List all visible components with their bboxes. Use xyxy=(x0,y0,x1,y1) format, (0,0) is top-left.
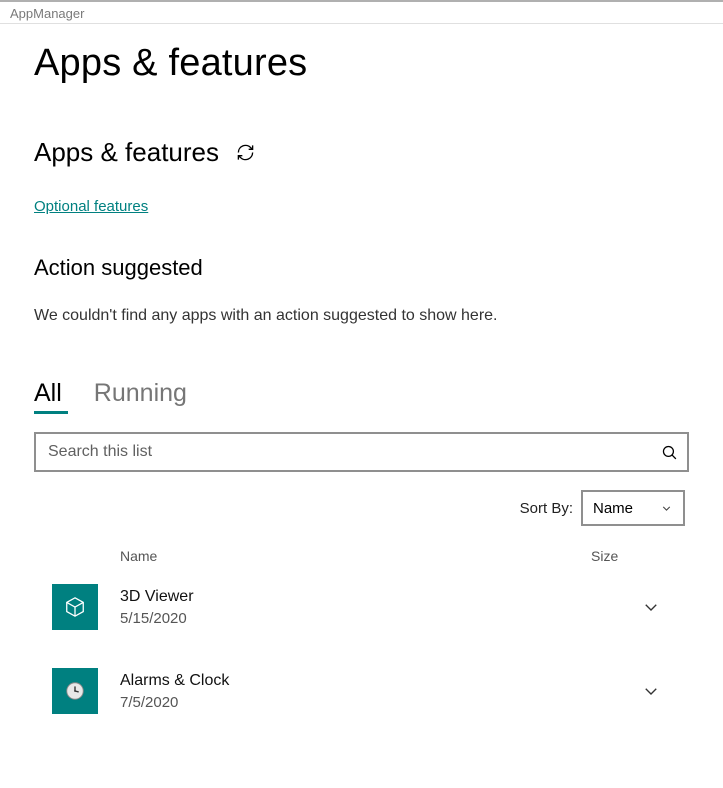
tabs: All Running xyxy=(34,379,689,414)
search-input[interactable] xyxy=(36,434,651,470)
tab-all[interactable]: All xyxy=(34,379,62,414)
chevron-down-icon xyxy=(642,598,660,616)
app-date: 7/5/2020 xyxy=(120,694,571,711)
expand-button[interactable] xyxy=(641,682,661,700)
action-suggested-heading: Action suggested xyxy=(34,255,689,281)
chevron-down-icon xyxy=(660,502,673,515)
app-icon-3d-viewer xyxy=(52,584,98,630)
sort-dropdown[interactable]: Name xyxy=(581,490,685,526)
action-suggested-message: We couldn't find any apps with an action… xyxy=(34,307,689,325)
section-title: Apps & features xyxy=(34,137,219,168)
app-name: Alarms & Clock xyxy=(120,672,571,690)
tab-running[interactable]: Running xyxy=(94,379,187,414)
optional-features-link[interactable]: Optional features xyxy=(34,198,148,215)
search-button[interactable] xyxy=(651,444,687,461)
sort-selected-value: Name xyxy=(593,500,633,517)
app-row[interactable]: Alarms & Clock 7/5/2020 xyxy=(34,658,689,724)
app-date: 5/15/2020 xyxy=(120,610,571,627)
app-name: 3D Viewer xyxy=(120,588,571,606)
sort-label: Sort By: xyxy=(520,500,573,517)
cube-icon xyxy=(64,596,86,618)
app-info: Alarms & Clock 7/5/2020 xyxy=(120,672,571,711)
app-icon-alarms-clock xyxy=(52,668,98,714)
refresh-button[interactable] xyxy=(233,141,257,165)
app-list: 3D Viewer 5/15/2020 Alarms & Cloc xyxy=(34,574,689,724)
page-title: Apps & features xyxy=(34,42,689,85)
search-container xyxy=(34,432,689,472)
header-name: Name xyxy=(120,548,591,564)
main-content: Apps & features Apps & features Optional… xyxy=(0,24,723,724)
section-title-row: Apps & features xyxy=(34,137,689,168)
column-headers: Name Size xyxy=(34,548,689,574)
clock-icon xyxy=(64,680,86,702)
expand-button[interactable] xyxy=(641,598,661,616)
search-icon xyxy=(661,444,678,461)
window-title: AppManager xyxy=(0,2,723,24)
header-size: Size xyxy=(591,548,661,564)
sort-row: Sort By: Name xyxy=(34,490,689,526)
chevron-down-icon xyxy=(642,682,660,700)
app-row[interactable]: 3D Viewer 5/15/2020 xyxy=(34,574,689,640)
app-info: 3D Viewer 5/15/2020 xyxy=(120,588,571,627)
refresh-icon xyxy=(236,143,255,162)
